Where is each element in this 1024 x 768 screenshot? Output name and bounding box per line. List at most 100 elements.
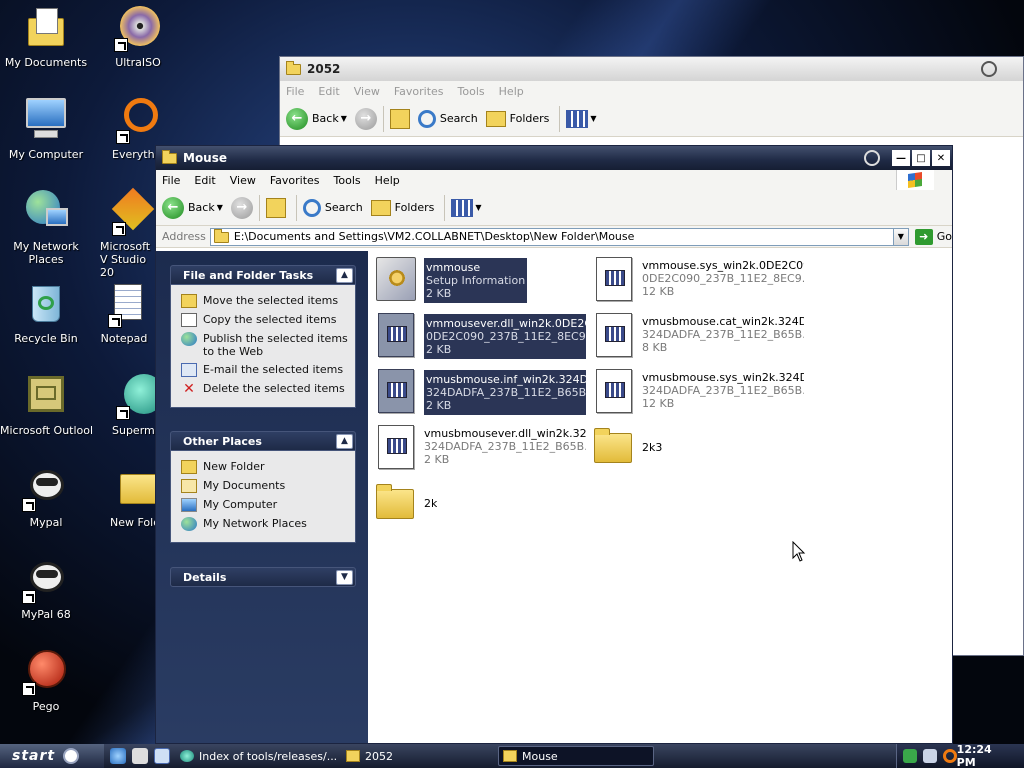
window-2052-titlebar[interactable]: 2052 [280, 57, 1023, 81]
quick-launch-ie-icon[interactable] [110, 748, 126, 764]
desktop-icon-my-computer[interactable]: My Computer [0, 96, 92, 161]
desktop-icon-microsoft-outlook[interactable]: Microsoft Outlook [0, 372, 92, 437]
collapse-chevron-up-icon[interactable]: ▲ [336, 267, 353, 283]
back-arrow-icon: ← [286, 107, 308, 130]
desktop-icon-microsoft-visual-studio[interactable]: Microsoft V Studio 20 [92, 187, 156, 279]
desktop-icon-label: Mypal [29, 516, 63, 529]
desktop-icon-everything[interactable]: Everythi [92, 96, 158, 161]
place-my-documents[interactable]: My Documents [181, 479, 355, 493]
tray-volume-icon[interactable] [922, 749, 937, 763]
task-copy-selected[interactable]: Copy the selected items [181, 313, 355, 327]
window-mouse[interactable]: Mouse — □ ✕ File Edit View Favorites Too… [155, 145, 953, 744]
back-button[interactable]: ← Back ▼ [286, 107, 347, 130]
task-publish-selected[interactable]: Publish the selected items to the Web [181, 332, 355, 358]
folder-item[interactable]: 2k3 [592, 423, 804, 475]
up-folder-icon[interactable] [389, 108, 410, 129]
file-item[interactable]: vmmouse.sys_win2k.0DE2C09... 0DE2C090_23… [592, 255, 804, 307]
go-button[interactable]: ➜ Go [914, 228, 952, 245]
desktop-icon-supermium[interactable]: Supermi [92, 372, 164, 437]
window-mouse-titlebar[interactable]: Mouse — □ ✕ [156, 146, 952, 170]
task-delete-selected[interactable]: ✕ Delete the selected items [181, 382, 355, 396]
menu-edit[interactable]: Edit [318, 85, 339, 98]
details-panel: Details ▼ [170, 567, 356, 587]
taskbar-button-mouse[interactable]: Mouse [498, 746, 654, 766]
back-button[interactable]: ← Back ▼ [162, 196, 223, 219]
file-list[interactable]: vmmouse Setup Information 2 KB vmmouse.s… [368, 251, 952, 743]
taskbar-button-2052[interactable]: 2052 [342, 746, 492, 766]
my-documents-icon [181, 479, 197, 493]
quick-launch-outlook-icon[interactable] [154, 748, 170, 764]
forward-arrow-icon[interactable]: → [354, 107, 377, 130]
address-input[interactable]: E:\Documents and Settings\VM2.COLLABNET\… [209, 227, 894, 246]
menu-favorites[interactable]: Favorites [270, 174, 320, 187]
menu-file[interactable]: File [162, 174, 180, 187]
menu-favorites[interactable]: Favorites [394, 85, 444, 98]
menu-tools[interactable]: Tools [458, 85, 485, 98]
place-my-network-places[interactable]: My Network Places [181, 517, 355, 531]
file-size: 12 KB [642, 285, 675, 298]
menu-tools[interactable]: Tools [334, 174, 361, 187]
file-item[interactable]: vmmouse Setup Information 2 KB [374, 255, 586, 307]
everything-icon [112, 96, 160, 144]
folders-button[interactable]: Folders [485, 110, 549, 127]
chevron-down-icon[interactable]: ▼ [475, 203, 481, 212]
toolbar: ← Back ▼ → Search Folders ▼ [156, 190, 952, 226]
desktop-icon-label: My Documents [4, 56, 88, 69]
tray-search-icon[interactable] [942, 749, 957, 763]
place-my-computer[interactable]: My Computer [181, 498, 355, 512]
browser-icon [180, 750, 194, 762]
desktop-icon-notepad[interactable]: Notepad [92, 280, 156, 345]
folder-name: 2k3 [642, 441, 663, 454]
file-item[interactable]: vmusbmouse.inf_win2k.324D... 324DADFA_23… [374, 367, 586, 419]
address-dropdown-chevron-icon[interactable]: ▼ [893, 227, 909, 246]
system-file-icon [374, 367, 418, 415]
menu-help[interactable]: Help [499, 85, 524, 98]
views-icon[interactable] [451, 198, 474, 217]
file-item[interactable]: vmusbmouse.cat_win2k.324D... 324DADFA_23… [592, 311, 804, 363]
search-button[interactable]: Search [302, 198, 363, 217]
panel-header[interactable]: Other Places ▲ [170, 431, 356, 451]
window-menu-icon[interactable] [981, 61, 997, 77]
search-button[interactable]: Search [417, 109, 478, 128]
task-email-selected[interactable]: E-mail the selected items [181, 363, 355, 377]
window-menu-icon[interactable] [864, 150, 880, 166]
close-button[interactable]: ✕ [932, 150, 950, 166]
new-folder-icon [110, 464, 160, 512]
quick-launch-mypal-icon[interactable] [132, 748, 148, 764]
file-item[interactable]: vmusbmousever.dll_win2k.32... 324DADFA_2… [374, 423, 586, 475]
expand-chevron-down-icon[interactable]: ▼ [336, 569, 353, 585]
desktop-icon-recycle-bin[interactable]: Recycle Bin [0, 280, 92, 345]
desktop-icon-ultraiso[interactable]: UltraISO [92, 4, 184, 69]
forward-arrow-icon[interactable]: → [230, 196, 253, 219]
taskbar-button-browser[interactable]: Index of tools/releases/... [176, 746, 336, 766]
supermium-icon [112, 372, 164, 420]
file-item[interactable]: vmusbmouse.sys_win2k.324D... 324DADFA_23… [592, 367, 804, 419]
menu-view[interactable]: View [354, 85, 380, 98]
start-button[interactable]: start [0, 744, 104, 768]
menu-help[interactable]: Help [375, 174, 400, 187]
desktop-icon-my-network-places[interactable]: My Network Places [0, 188, 92, 266]
place-new-folder[interactable]: New Folder [181, 460, 355, 474]
tray-network-icon[interactable] [903, 749, 917, 763]
chevron-down-icon[interactable]: ▼ [590, 114, 596, 123]
desktop-icon-new-folder[interactable]: New Fold [92, 464, 160, 529]
desktop-icon-mypal[interactable]: Mypal [0, 464, 92, 529]
folder-item[interactable]: 2k [374, 479, 586, 531]
panel-header[interactable]: File and Folder Tasks ▲ [170, 265, 356, 285]
menu-view[interactable]: View [230, 174, 256, 187]
menu-file[interactable]: File [286, 85, 304, 98]
desktop-icon-my-documents[interactable]: My Documents [0, 4, 92, 69]
desktop-icon-pego[interactable]: Pego [0, 648, 92, 713]
collapse-chevron-up-icon[interactable]: ▲ [336, 433, 353, 449]
task-move-selected[interactable]: Move the selected items [181, 294, 355, 308]
minimize-button[interactable]: — [892, 150, 910, 166]
views-icon[interactable] [566, 109, 589, 128]
file-item[interactable]: vmmousever.dll_win2k.0DE2C... 0DE2C090_2… [374, 311, 586, 363]
maximize-button[interactable]: □ [912, 150, 930, 166]
up-folder-icon[interactable] [265, 197, 286, 218]
panel-header[interactable]: Details ▼ [170, 567, 356, 587]
folders-button[interactable]: Folders [370, 199, 434, 216]
desktop-icon-mypal-68[interactable]: MyPal 68 [0, 556, 92, 621]
clock[interactable]: 12:24 PM [957, 743, 1014, 768]
menu-edit[interactable]: Edit [194, 174, 215, 187]
